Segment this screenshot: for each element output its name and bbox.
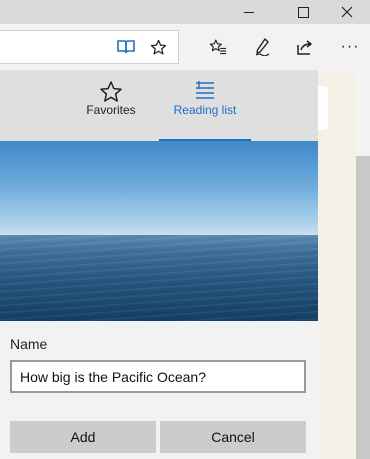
favorites-hub-icon: [209, 39, 226, 55]
add-button[interactable]: Add: [10, 421, 156, 453]
pen-icon: [255, 38, 270, 56]
share-icon: [297, 40, 312, 55]
more-icon[interactable]: ···: [336, 33, 364, 61]
maximize-button[interactable]: [280, 0, 326, 24]
maximize-icon: [297, 6, 309, 18]
minimize-icon: [244, 11, 254, 13]
tab-favorites[interactable]: Favorites: [65, 70, 157, 141]
close-icon: [341, 6, 353, 18]
address-bar[interactable]: [0, 30, 179, 64]
article-thumbnail: [0, 141, 318, 321]
page-card: [318, 86, 328, 130]
thumbnail-waves: [0, 235, 318, 321]
star-outline-icon: [100, 81, 122, 102]
browser-toolbar: ···: [0, 24, 370, 70]
web-note-button[interactable]: [248, 33, 276, 61]
tab-favorites-label: Favorites: [86, 103, 136, 117]
reading-view-button[interactable]: [112, 33, 140, 61]
cancel-button[interactable]: Cancel: [160, 421, 306, 453]
title-bar: [0, 0, 370, 24]
name-field[interactable]: [10, 360, 306, 393]
reading-view-icon: [117, 40, 135, 54]
add-favorite-button[interactable]: [144, 33, 172, 61]
reading-list-panel: Favorites Reading list Name Add Cancel: [0, 70, 318, 459]
thumbnail-sky: [0, 141, 318, 235]
share-button[interactable]: [291, 33, 319, 61]
star-icon: [150, 39, 166, 55]
close-button[interactable]: [324, 0, 370, 24]
hub-button[interactable]: [204, 33, 232, 61]
tab-reading-list-label: Reading list: [173, 103, 237, 117]
reading-list-icon: [196, 81, 214, 99]
minimize-button[interactable]: [226, 0, 272, 24]
scrollbar-thumb[interactable]: [356, 156, 370, 459]
name-label: Name: [10, 336, 48, 352]
tab-reading-list[interactable]: Reading list: [159, 70, 251, 141]
panel-header: Favorites Reading list: [0, 70, 318, 141]
